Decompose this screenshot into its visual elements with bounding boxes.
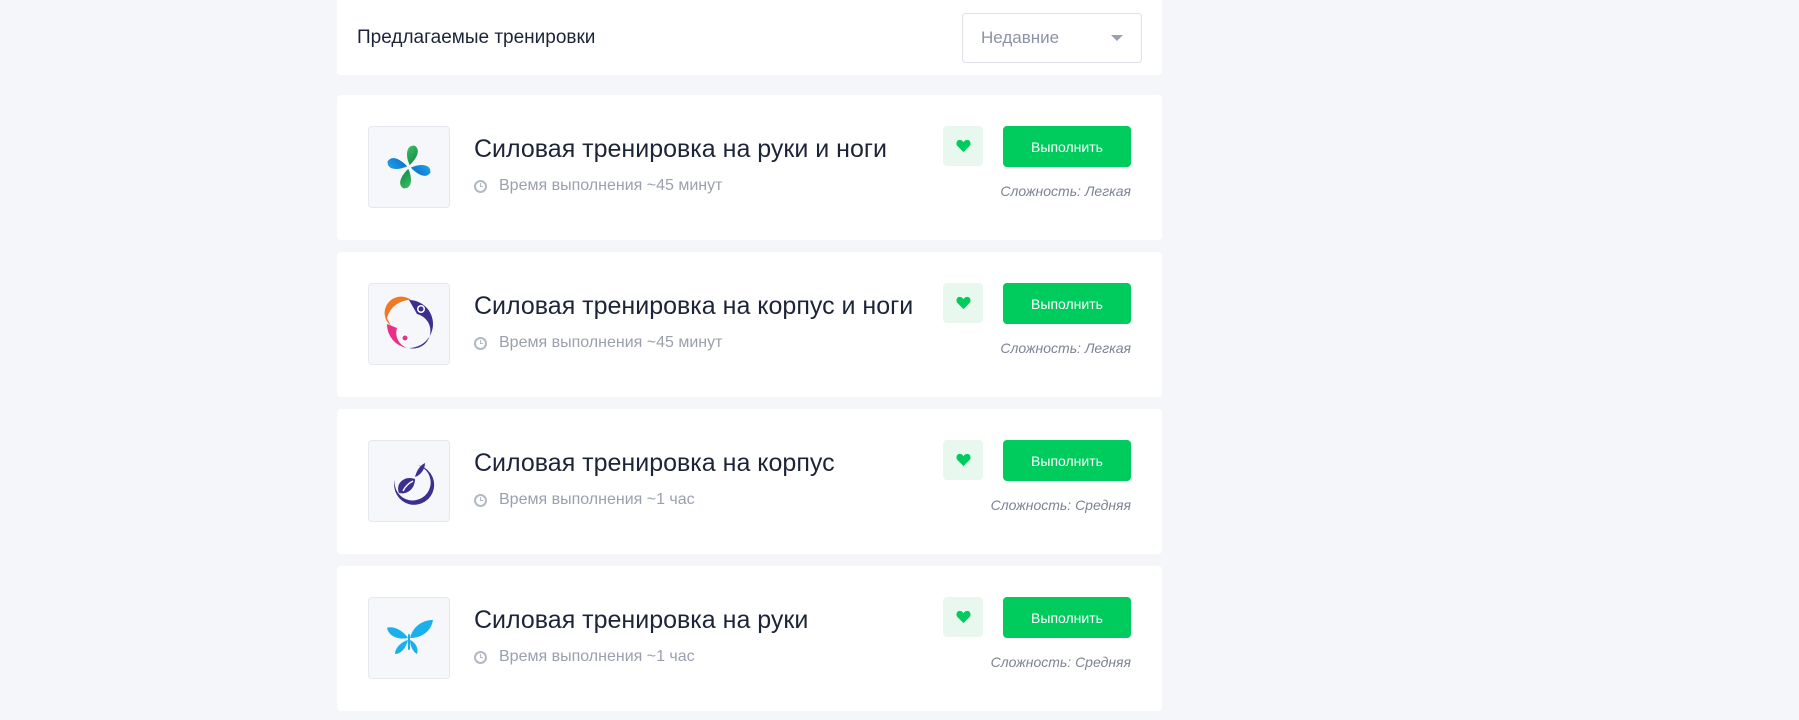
workout-duration: Время выполнения ~45 минут [474, 177, 722, 195]
butterfly-logo-icon [387, 620, 433, 654]
workout-duration-text: Время выполнения ~1 час [499, 648, 695, 665]
heart-icon [955, 610, 971, 624]
start-workout-button[interactable]: Выполнить [1003, 597, 1131, 638]
workout-title[interactable]: Силовая тренировка на руки и ноги [474, 135, 887, 164]
workouts-panel: Предлагаемые тренировки Недавние Силовая… [337, 0, 1162, 711]
heart-icon [955, 296, 971, 310]
favorite-button[interactable] [943, 283, 983, 323]
workout-title[interactable]: Силовая тренировка на руки [474, 606, 808, 635]
difficulty-label: Сложность: Легкая [1000, 340, 1131, 356]
workout-logo [368, 126, 450, 208]
heart-icon [955, 453, 971, 467]
leaf-ring-logo-icon [394, 463, 435, 505]
clover-logo-icon [387, 145, 431, 189]
workout-duration-text: Время выполнения ~45 минут [499, 334, 723, 351]
clock-icon [474, 650, 487, 664]
workout-card: Силовая тренировка на руки Время выполне… [337, 566, 1162, 711]
caret-down-icon [1111, 34, 1123, 41]
workout-duration: Время выполнения ~1 час [474, 648, 695, 666]
people-circle-logo-icon [384, 296, 433, 349]
workout-logo [368, 283, 450, 365]
clock-icon [474, 179, 487, 193]
clock-icon [474, 493, 487, 507]
workout-duration: Время выполнения ~45 минут [474, 334, 722, 352]
favorite-button[interactable] [943, 597, 983, 637]
difficulty-label: Сложность: Средняя [990, 654, 1131, 670]
workout-duration: Время выполнения ~1 час [474, 491, 695, 509]
workout-title[interactable]: Силовая тренировка на корпус [474, 449, 835, 478]
difficulty-label: Сложность: Легкая [1000, 183, 1131, 199]
workout-duration-text: Время выполнения ~1 час [499, 491, 695, 508]
workout-logo [368, 440, 450, 522]
workout-duration-text: Время выполнения ~45 минут [499, 177, 723, 194]
workout-card: Силовая тренировка на корпус Время выпол… [337, 409, 1162, 554]
start-workout-button[interactable]: Выполнить [1003, 283, 1131, 324]
start-workout-button[interactable]: Выполнить [1003, 440, 1131, 481]
workout-card: Силовая тренировка на руки и ноги Время … [337, 95, 1162, 240]
start-workout-button[interactable]: Выполнить [1003, 126, 1131, 167]
workout-title[interactable]: Силовая тренировка на корпус и ноги [474, 292, 913, 321]
header-card: Предлагаемые тренировки Недавние [337, 0, 1162, 75]
sort-select[interactable]: Недавние [962, 12, 1142, 63]
workout-logo [368, 597, 450, 679]
difficulty-label: Сложность: Средняя [990, 497, 1131, 513]
favorite-button[interactable] [943, 126, 983, 166]
page-title: Предлагаемые тренировки [357, 26, 596, 48]
favorite-button[interactable] [943, 440, 983, 480]
workout-card: Силовая тренировка на корпус и ноги Врем… [337, 252, 1162, 397]
sort-select-value: Недавние [981, 27, 1060, 47]
clock-icon [474, 336, 487, 350]
heart-icon [955, 139, 971, 153]
